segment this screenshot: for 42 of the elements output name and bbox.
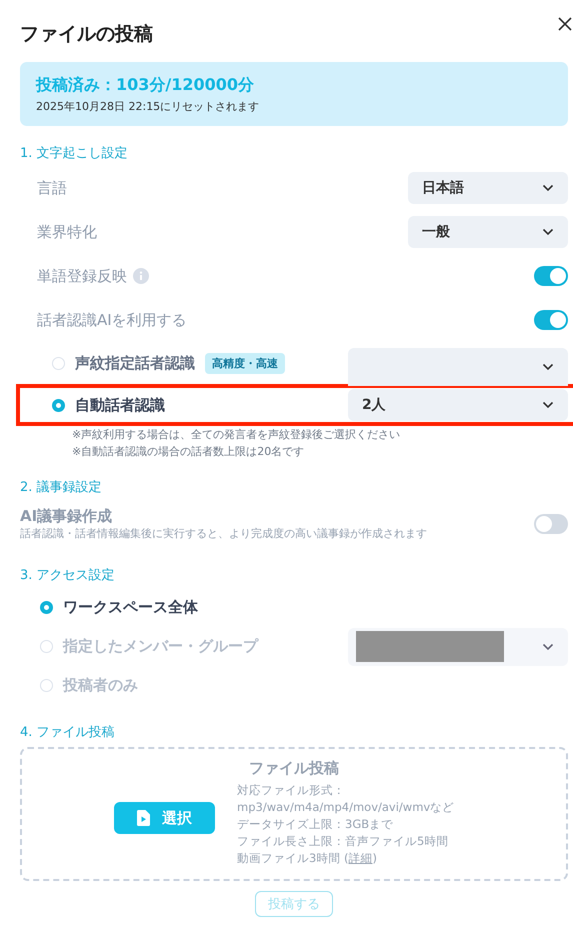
chevron-icon [542,401,554,409]
details-link[interactable]: 詳細 [348,851,372,865]
feature-badge: 高精度・高速 [205,352,285,374]
chevron-icon [542,363,554,371]
upload-info: mp3/wav/m4a/mp4/mov/avi/wmvなど [237,799,454,816]
setting-label: AI議事録作成 [20,507,114,526]
upload-info: 動画ファイル3時間 (詳細) [237,850,378,867]
select-field[interactable] [348,348,568,386]
section-heading: 4. ファイル投稿 [20,724,116,741]
toggle-switch[interactable] [534,514,568,534]
quota-title: 投稿済み：103分/120000分 [36,75,256,96]
upload-info: データサイズ上限：3GBまで [237,816,394,833]
toggle-switch[interactable] [534,310,568,330]
upload-title: ファイル投稿 [248,759,340,778]
chevron-icon [542,642,554,650]
info-icon[interactable] [133,268,149,284]
reset-notice: 2025年10月28日 22:15にリセットされます [36,99,260,114]
chevron-icon [542,228,554,236]
chevron-icon [542,184,554,192]
dialog-title: ファイルの投稿 [20,22,153,47]
radio-option[interactable]: 声紋指定話者認識 [52,354,195,372]
radio-option[interactable]: 自動話者認識 [52,396,165,414]
note-text: ※自動話者認識の場合の話者数上限は20名です [71,444,306,460]
close-icon[interactable] [556,15,573,33]
setting-description: 話者認識・話者情報編集後に実行すると、より完成度の高い議事録が作成されます [20,526,427,541]
select-field[interactable]: 2人 [348,389,568,421]
upload-info: 対応ファイル形式： [237,782,346,799]
setting-label: 言語 [37,178,67,198]
file-play-icon [137,810,150,826]
section-heading: 1. 文字起こし設定 [20,145,129,162]
setting-label: 業界特化 [37,222,97,242]
radio-option[interactable]: ワークスペース全体 [40,598,198,617]
setting-label: 話者認識AIを利用する [37,310,187,330]
section-heading: 3. アクセス設定 [20,567,116,584]
toggle-switch[interactable] [534,266,568,286]
section-heading: 2. 議事録設定 [20,479,103,496]
select-field[interactable]: 日本語 [408,172,568,204]
upload-info: ファイル長さ上限：音声ファイル5時間 [237,833,450,850]
select-field[interactable]: 一般 [408,216,568,248]
note-text: ※声紋利用する場合は、全ての発言者を声紋登録後ご選択ください [71,427,402,443]
setting-label: 単語登録反映 [37,266,127,286]
upload-area[interactable]: ファイル投稿 選択 対応ファイル形式： mp3/wav/m4a/mp4/mov/avi/wmvなど データサイズ上限：3GBまで ファイル長さ上限：音声ファイル5時間 動画ファイル3時間 (詳細) [20,747,568,881]
